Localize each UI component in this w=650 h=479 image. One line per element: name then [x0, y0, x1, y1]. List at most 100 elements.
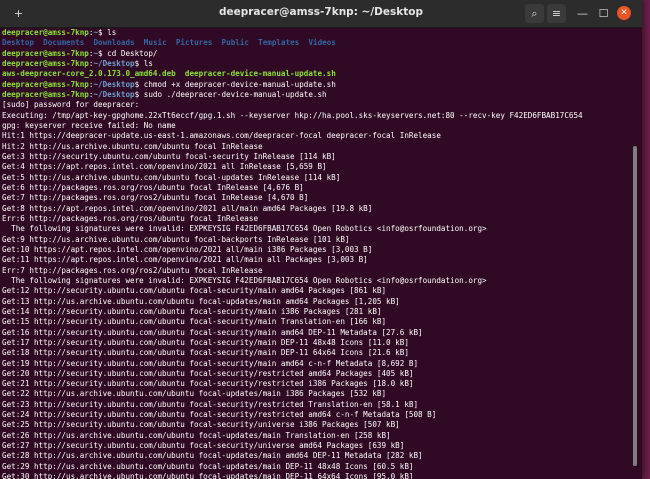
close-button[interactable]: ✕ [617, 6, 631, 20]
terminal-text-segment: $ cd Desktop/ [98, 48, 158, 58]
terminal-text-segment: Get:8 https://apt.repos.intel.com/openvi… [2, 203, 373, 213]
terminal-text-segment: Desktop [2, 38, 35, 48]
terminal-line: Get:6 http://packages.ros.org/ros/ubuntu… [2, 183, 630, 193]
terminal-line: Get:19 http://security.ubuntu.com/ubuntu… [2, 359, 630, 369]
terminal-line: Executing: /tmp/apt-key-gpghome.22xTt6ec… [2, 111, 630, 121]
terminal-text-segment: Get:9 http://us.archive.ubuntu.com/ubunt… [2, 234, 350, 244]
terminal-line: Err:7 http://packages.ros.org/ros2/ubunt… [2, 266, 630, 276]
terminal-line: Get:20 http://security.ubuntu.com/ubuntu… [2, 369, 630, 379]
terminal-line: Get:5 http://us.archive.ubuntu.com/ubunt… [2, 173, 630, 183]
terminal-text-segment: Get:11 https://apt.repos.intel.com/openv… [2, 255, 368, 265]
terminal-text-segment: The following signatures were invalid: E… [2, 224, 487, 234]
terminal-text-segment: Music [143, 38, 167, 48]
maximize-button[interactable]: ☐ [594, 4, 613, 23]
scrollbar-thumb[interactable] [633, 146, 637, 466]
terminal-text-segment: Documents [43, 38, 85, 48]
terminal-text-segment: The following signatures were invalid: E… [2, 275, 487, 285]
search-icon: ⌕ [531, 7, 538, 20]
terminal-line: Get:30 http://us.archive.ubuntu.com/ubun… [2, 472, 630, 479]
terminal-text-segment: Hit:2 http://us.archive.ubuntu.com/ubunt… [2, 141, 263, 151]
terminal-line: Get:8 https://apt.repos.intel.com/openvi… [2, 204, 630, 214]
terminal-text-segment: $ ls [98, 28, 117, 37]
minimize-icon: — [577, 7, 588, 20]
scrollbar[interactable] [633, 28, 638, 479]
terminal-text-segment: Get:5 http://us.archive.ubuntu.com/ubunt… [2, 172, 341, 182]
terminal-text-segment: Get:21 http://security.ubuntu.com/ubuntu… [2, 379, 414, 389]
terminal-line: Get:26 http://us.archive.ubuntu.com/ubun… [2, 431, 630, 441]
terminal-line: Get:13 http://us.archive.ubuntu.com/ubun… [2, 297, 630, 307]
terminal-line: Get:22 http://us.archive.ubuntu.com/ubun… [2, 389, 630, 399]
terminal-text-segment: Templates [258, 38, 300, 48]
close-icon: ✕ [620, 8, 628, 18]
terminal-text-segment: $ chmod +x deepracer-device-manual-updat… [134, 79, 336, 89]
terminal-text-segment: Get:18 http://security.ubuntu.com/ubuntu… [2, 348, 409, 358]
terminal-line: Get:12 http://security.ubuntu.com/ubuntu… [2, 286, 630, 296]
search-button[interactable]: ⌕ [525, 4, 544, 23]
terminal-text-segment: [sudo] password for deepracer: [2, 100, 140, 110]
terminal-text-segment: Get:20 http://security.ubuntu.com/ubuntu… [2, 368, 414, 378]
terminal-line: The following signatures were invalid: E… [2, 276, 630, 286]
terminal-text-segment: Downloads [93, 38, 135, 48]
terminal-text-segment: ~/Desktop [93, 89, 135, 99]
terminal-line: Get:15 http://security.ubuntu.com/ubuntu… [2, 317, 630, 327]
terminal-text-segment: Executing: /tmp/apt-key-gpghome.22xTt6ec… [2, 110, 583, 120]
terminal-text-segment: deepracer@amss-7knp [2, 89, 89, 99]
terminal-text-segment: Get:23 http://security.ubuntu.com/ubuntu… [2, 399, 419, 409]
terminal-text-segment: Get:16 http://security.ubuntu.com/ubuntu… [2, 327, 423, 337]
terminal-window: + deepracer@amss-7knp: ~/Desktop ⌕ ≡ — ☐… [0, 0, 642, 479]
terminal-text-segment: $ sudo ./deepracer-device-manual-update.… [134, 89, 327, 99]
terminal-text-segment: deepracer@amss-7knp [2, 48, 89, 58]
terminal-text-segment: Get:6 http://packages.ros.org/ros/ubuntu… [2, 182, 304, 192]
terminal-line: deepracer@amss-7knp:~/Desktop$ ls [2, 59, 630, 69]
terminal-text-segment: ~/Desktop [93, 58, 135, 68]
terminal-line: Get:28 http://us.archive.ubuntu.com/ubun… [2, 451, 630, 461]
terminal-line: Err:6 http://packages.ros.org/ros/ubuntu… [2, 214, 630, 224]
terminal-text-segment: ~/Desktop [93, 79, 135, 89]
terminal-text-segment: Get:25 http://security.ubuntu.com/ubuntu… [2, 420, 400, 430]
terminal-text-segment: Get:30 http://us.archive.ubuntu.com/ubun… [2, 472, 414, 479]
terminal-text-segment: Get:26 http://us.archive.ubuntu.com/ubun… [2, 430, 391, 440]
terminal-line: [sudo] password for deepracer: [2, 100, 630, 110]
terminal-text-segment: deepracer@amss-7knp [2, 28, 89, 37]
terminal-line: Get:29 http://us.archive.ubuntu.com/ubun… [2, 462, 630, 472]
terminal-line: Get:18 http://security.ubuntu.com/ubuntu… [2, 348, 630, 358]
terminal-text-segment: Videos [308, 38, 336, 48]
terminal-text-segment: deepracer@amss-7knp [2, 79, 89, 89]
terminal-text-segment: Get:14 http://security.ubuntu.com/ubuntu… [2, 306, 382, 316]
terminal-line: Desktop Documents Downloads Music Pictur… [2, 38, 630, 48]
terminal-text-segment: $ ls [134, 58, 153, 68]
terminal-line: Hit:1 https://deepracer-update.us-east-1… [2, 131, 630, 141]
terminal-text-segment: Get:27 http://security.ubuntu.com/ubuntu… [2, 441, 405, 451]
terminal-line: Get:16 http://security.ubuntu.com/ubuntu… [2, 328, 630, 338]
terminal-text-segment: deepracer-device-manual-update.sh [184, 69, 336, 79]
menu-button[interactable]: ≡ [547, 4, 566, 23]
terminal-line: Get:25 http://security.ubuntu.com/ubuntu… [2, 420, 630, 430]
terminal-text-segment: Get:19 http://security.ubuntu.com/ubuntu… [2, 358, 419, 368]
terminal-line: Get:24 http://security.ubuntu.com/ubuntu… [2, 410, 630, 420]
terminal-line: aws-deepracer-core_2.0.173.0_amd64.deb d… [2, 69, 630, 79]
terminal-line: Get:21 http://security.ubuntu.com/ubuntu… [2, 379, 630, 389]
terminal-text-segment: Hit:1 https://deepracer-update.us-east-1… [2, 131, 441, 141]
terminal-text-segment: Get:4 https://apt.repos.intel.com/openvi… [2, 162, 327, 172]
terminal-line: Get:3 http://security.ubuntu.com/ubuntu … [2, 152, 630, 162]
terminal-text-segment: Public [221, 38, 249, 48]
terminal-output[interactable]: deepracer@amss-7knp:~$ ls Desktop Documen… [2, 28, 630, 479]
terminal-line: deepracer@amss-7knp:~/Desktop$ sudo ./de… [2, 90, 630, 100]
terminal-line: deepracer@amss-7knp:~$ cd Desktop/ [2, 49, 630, 59]
terminal-line: Get:9 http://us.archive.ubuntu.com/ubunt… [2, 235, 630, 245]
minimize-button[interactable]: — [573, 4, 592, 23]
window-title: deepracer@amss-7knp: ~/Desktop [218, 6, 424, 18]
terminal-text-segment: Get:13 http://us.archive.ubuntu.com/ubun… [2, 296, 400, 306]
terminal-line: Get:4 https://apt.repos.intel.com/openvi… [2, 162, 630, 172]
terminal-text-segment: Get:24 http://security.ubuntu.com/ubuntu… [2, 410, 437, 420]
terminal-line: Get:17 http://security.ubuntu.com/ubuntu… [2, 338, 630, 348]
terminal-line: Hit:2 http://us.archive.ubuntu.com/ubunt… [2, 142, 630, 152]
terminal-line: Get:11 https://apt.repos.intel.com/openv… [2, 255, 630, 265]
title-bar[interactable]: + deepracer@amss-7knp: ~/Desktop ⌕ ≡ — ☐… [0, 0, 642, 28]
terminal-text-segment: Get:3 http://security.ubuntu.com/ubuntu … [2, 151, 336, 161]
terminal-text-segment: gpg: keyserver receive failed: No name [2, 120, 176, 130]
terminal-text-segment: Get:7 http://packages.ros.org/ros2/ubunt… [2, 193, 309, 203]
